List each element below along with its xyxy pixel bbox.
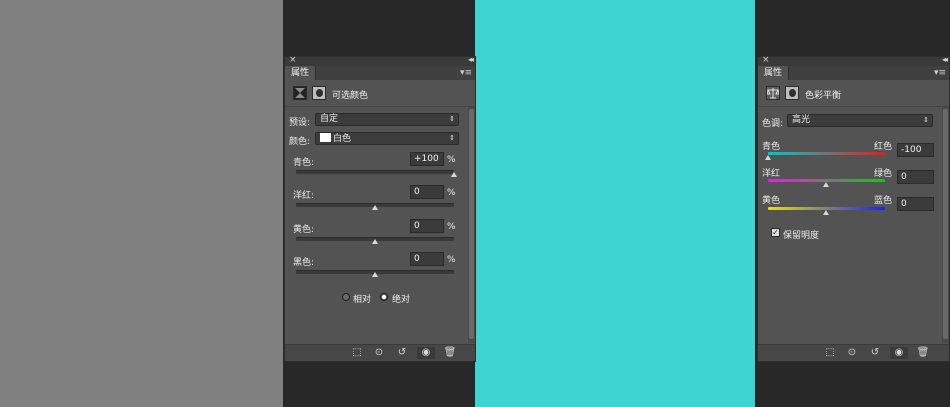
slider-left-label: 洋红	[762, 169, 781, 179]
magenta-value-input[interactable]: 0	[410, 185, 444, 199]
layer-mask-icon[interactable]	[785, 86, 799, 100]
relative-label: 相对	[353, 295, 372, 305]
panel-footer-toolbar: ⬚ ⊙ ↺ ◉ 🗑	[758, 344, 949, 361]
document-canvas[interactable]	[475, 0, 755, 407]
workspace-left-area	[0, 0, 283, 407]
slider-label: 青色:	[293, 158, 315, 168]
visibility-eye-icon[interactable]: ◉	[417, 347, 435, 359]
absolute-label: 绝对	[392, 295, 411, 305]
panel-title: 色彩平衡	[805, 91, 842, 101]
slider-thumb[interactable]	[765, 155, 771, 160]
cyan-red-value-input[interactable]: -100	[897, 143, 934, 157]
visibility-eye-icon[interactable]: ◉	[890, 347, 908, 359]
collapse-icon[interactable]: ◂◂	[942, 55, 948, 64]
percent-label: %	[447, 222, 456, 232]
tone-select[interactable]: 高光 ⇕	[787, 114, 933, 127]
white-swatch	[320, 133, 331, 142]
percent-label: %	[447, 188, 456, 198]
chevron-updown-icon: ⇕	[449, 115, 455, 123]
yellow-blue-value-input[interactable]: 0	[897, 197, 934, 211]
panel-menu-icon[interactable]: ▾≡	[460, 68, 472, 78]
preset-label: 预设:	[289, 118, 311, 128]
slider-right-label: 红色	[874, 142, 893, 152]
preset-select[interactable]: 自定 ⇕	[315, 113, 459, 126]
panel-tab-row: 属性 ▾≡	[285, 66, 475, 80]
trash-icon[interactable]: 🗑	[915, 347, 931, 359]
tone-label: 色调:	[762, 119, 784, 129]
layer-mask-icon[interactable]	[312, 86, 326, 100]
panel-menu-icon[interactable]: ▾≡	[934, 68, 946, 78]
selective-color-icon	[293, 86, 307, 100]
scrollbar-thumb[interactable]	[469, 109, 474, 339]
panel-titlebar: × ◂◂	[758, 55, 949, 66]
panel-footer-toolbar: ⬚ ⊙ ↺ ◉ 🗑	[285, 344, 475, 361]
yellow-value-input[interactable]: 0	[410, 219, 444, 233]
reset-icon[interactable]: ↺	[394, 347, 410, 359]
colors-label: 颜色:	[289, 137, 311, 147]
relative-radio[interactable]	[342, 293, 350, 301]
slider-right-label: 绿色	[874, 169, 893, 179]
tab-properties[interactable]: 属性	[285, 66, 317, 80]
slider-left-label: 黄色	[762, 196, 781, 206]
panel-scrollbar[interactable]	[942, 107, 949, 343]
colors-select[interactable]: 白色 ⇕	[315, 132, 459, 145]
chevron-updown-icon: ⇕	[449, 134, 455, 142]
colors-value: 白色	[333, 134, 352, 144]
clip-to-layer-icon[interactable]: ⬚	[822, 347, 838, 359]
slider-label: 黄色:	[293, 225, 315, 235]
percent-label: %	[447, 155, 456, 165]
selective-color-panel: × ◂◂ 属性 ▾≡ 可选颜色 预设: 自定 ⇕ 颜色: 白色 ⇕ 青色: +1…	[284, 55, 476, 362]
view-previous-state-icon[interactable]: ⊙	[844, 347, 860, 359]
slider-thumb[interactable]	[372, 272, 378, 277]
slider-thumb[interactable]	[823, 182, 829, 187]
clip-to-layer-icon[interactable]: ⬚	[349, 347, 365, 359]
slider-right-label: 蓝色	[874, 196, 893, 206]
slider-left-label: 青色	[762, 142, 781, 152]
panel-title: 可选颜色	[332, 91, 369, 101]
scrollbar-thumb[interactable]	[943, 109, 948, 339]
trash-icon[interactable]: 🗑	[442, 347, 458, 359]
absolute-radio[interactable]	[380, 293, 388, 301]
cyan-red-gradient-track[interactable]	[768, 152, 885, 155]
magenta-green-value-input[interactable]: 0	[897, 170, 934, 184]
panel-header: 可选颜色	[285, 80, 475, 107]
slider-label: 洋红:	[293, 191, 315, 201]
black-value-input[interactable]: 0	[410, 252, 444, 266]
reset-icon[interactable]: ↺	[867, 347, 883, 359]
panel-titlebar: × ◂◂	[285, 55, 475, 66]
panel-scrollbar[interactable]	[468, 107, 475, 343]
slider-thumb[interactable]	[823, 210, 829, 215]
close-icon[interactable]: ×	[289, 55, 297, 65]
tone-value: 高光	[792, 115, 811, 125]
view-previous-state-icon[interactable]: ⊙	[371, 347, 387, 359]
slider-track[interactable]	[296, 170, 454, 174]
collapse-icon[interactable]: ◂◂	[468, 55, 474, 64]
chevron-updown-icon: ⇕	[923, 116, 929, 124]
slider-thumb[interactable]	[451, 172, 457, 177]
balance-scale-icon	[766, 86, 780, 100]
tab-properties[interactable]: 属性	[758, 66, 790, 80]
slider-thumb[interactable]	[372, 239, 378, 244]
preset-value: 自定	[320, 114, 339, 124]
panel-header: 色彩平衡	[758, 80, 949, 107]
cyan-value-input[interactable]: +100	[410, 152, 444, 166]
slider-thumb[interactable]	[372, 205, 378, 210]
close-icon[interactable]: ×	[762, 55, 770, 65]
preserve-luminosity-label: 保留明度	[783, 231, 820, 241]
preserve-luminosity-checkbox[interactable]: ✓	[771, 228, 780, 237]
percent-label: %	[447, 255, 456, 265]
panel-tab-row: 属性 ▾≡	[758, 66, 949, 80]
color-balance-panel: × ◂◂ 属性 ▾≡ 色彩平衡 色调: 高光 ⇕ 青色 红色 -100 洋红 绿…	[757, 55, 950, 362]
slider-label: 黑色:	[293, 258, 315, 268]
